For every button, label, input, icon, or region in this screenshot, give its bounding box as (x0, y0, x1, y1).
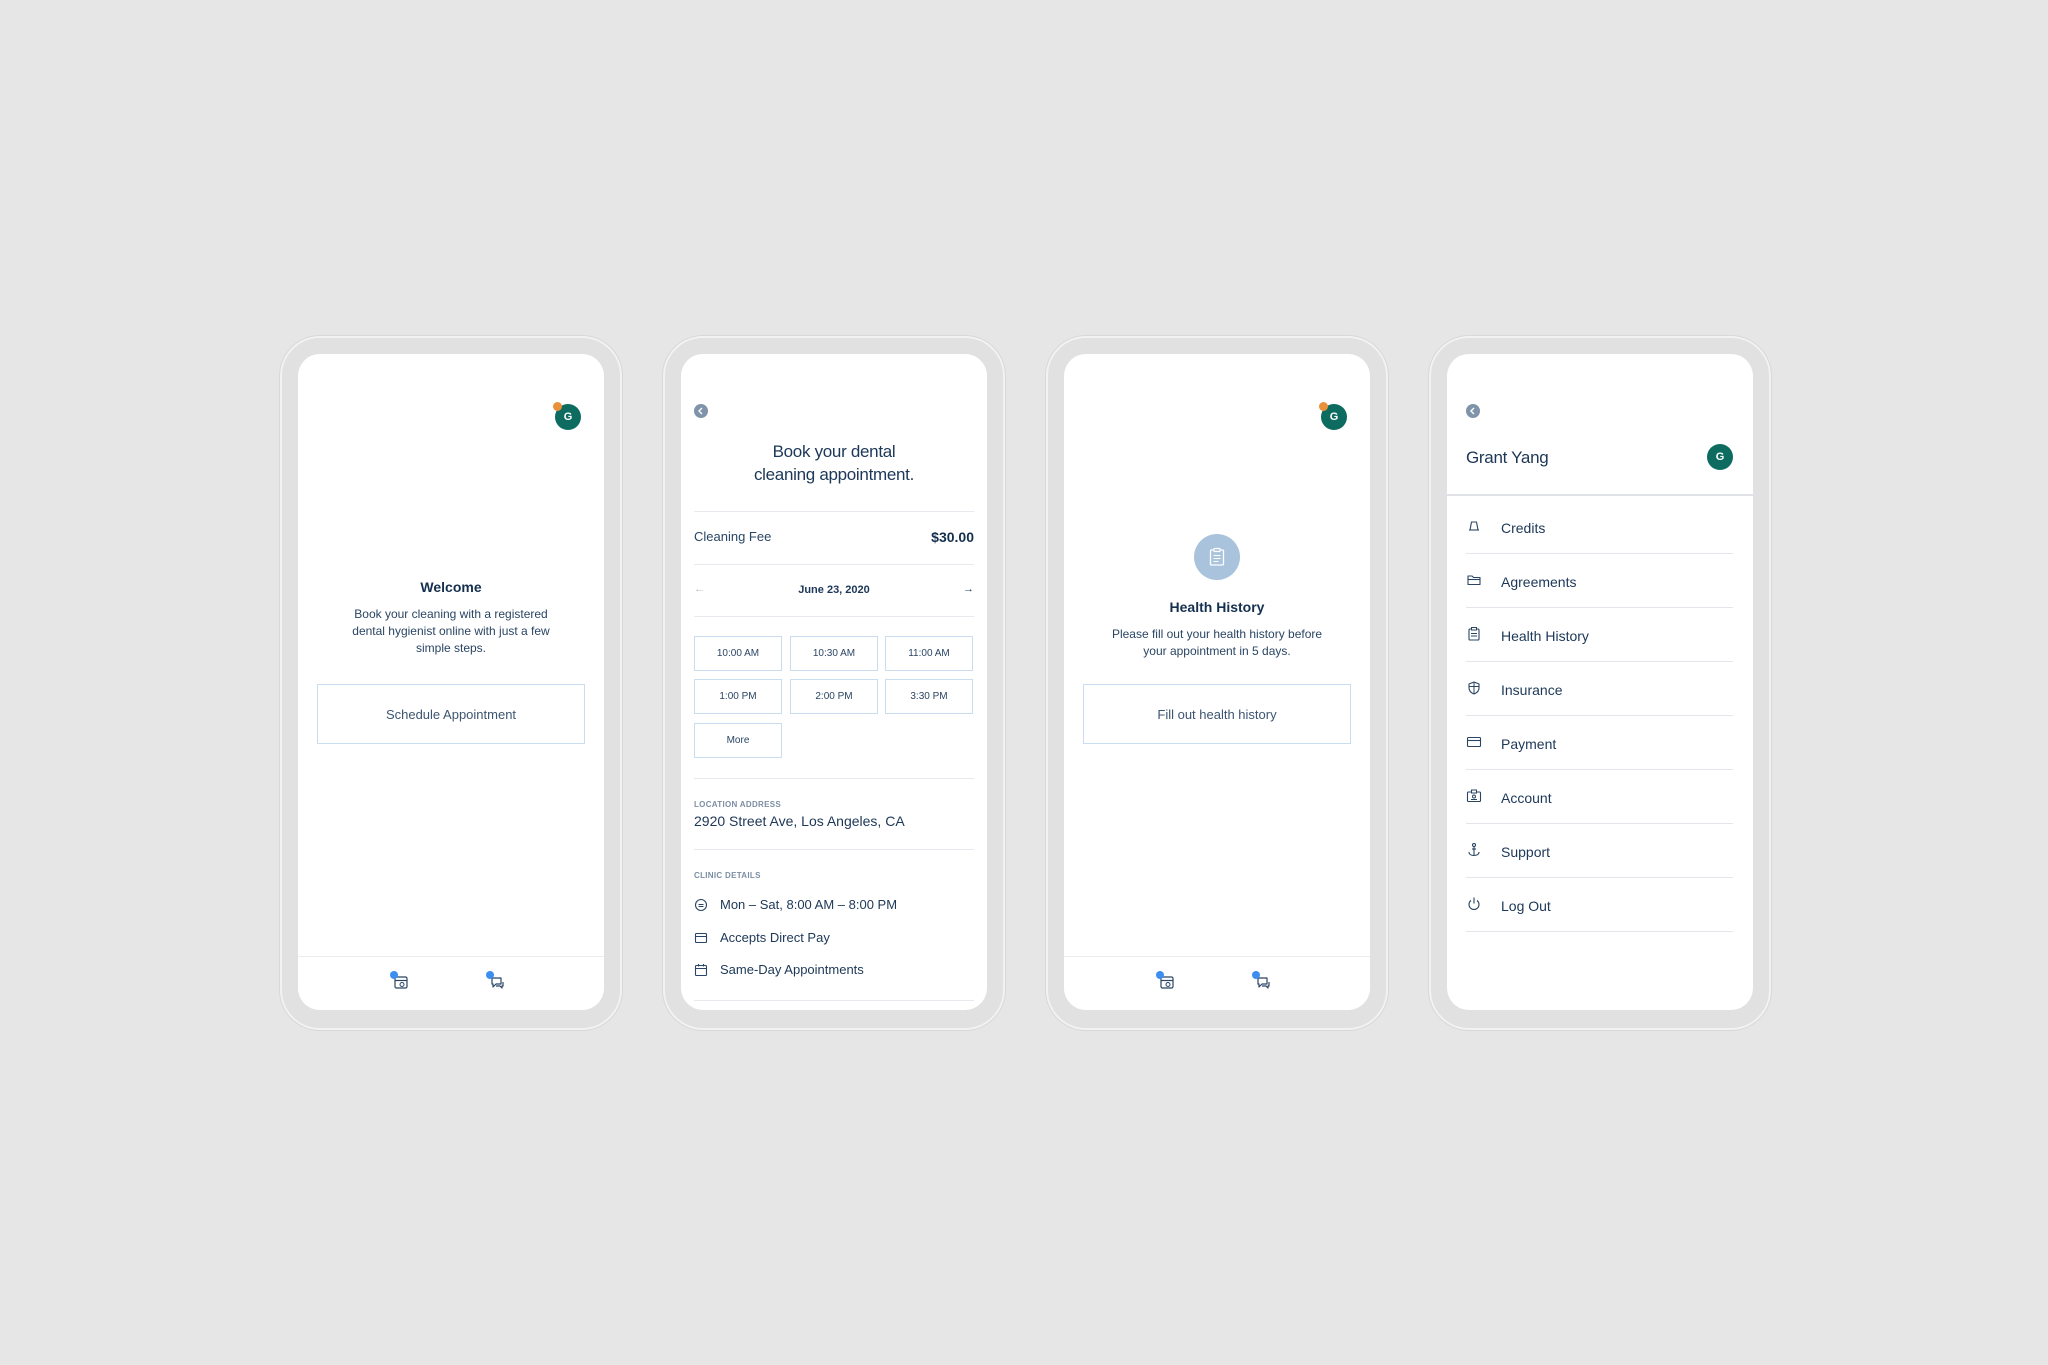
divider (694, 564, 974, 565)
notification-dot (553, 402, 562, 411)
back-arrow-icon[interactable] (1466, 404, 1480, 418)
phone-booking: Book your dental cleaning appointment. C… (663, 336, 1005, 1030)
menu-item-label: Health History (1501, 628, 1589, 644)
fill-health-history-button[interactable]: Fill out health history (1083, 684, 1351, 744)
menu-item-payment[interactable]: Payment (1466, 716, 1733, 770)
selected-date: June 23, 2020 (798, 584, 870, 596)
detail-payment: Accepts Direct Pay (694, 930, 830, 945)
tab-bar (298, 956, 604, 1010)
shield-icon (1466, 680, 1482, 696)
menu-item-log-out[interactable]: Log Out (1466, 878, 1733, 932)
welcome-text: Book your cleaning with a registered den… (352, 607, 550, 655)
notification-dot (1319, 402, 1328, 411)
divider (694, 778, 974, 779)
detail-same-day-text: Same-Day Appointments (720, 962, 864, 977)
schedule-appointment-button[interactable]: Schedule Appointment (317, 684, 585, 744)
clinic-details-label: CLINIC DETAILS (694, 871, 761, 880)
menu-item-label: Account (1501, 790, 1552, 806)
calendar-icon (694, 963, 708, 977)
clock-icon (694, 898, 708, 912)
menu-item-account[interactable]: Account (1466, 770, 1733, 824)
divider (694, 849, 974, 850)
tab-indicator-dot (390, 971, 398, 979)
menu-item-label: Agreements (1501, 574, 1577, 590)
phone-profile-menu: Grant Yang G Credits Agreements Health H… (1429, 336, 1771, 1030)
time-slot[interactable]: 10:00 AM (694, 636, 782, 671)
back-arrow-icon[interactable] (694, 404, 708, 418)
power-icon (1466, 896, 1482, 912)
time-slot[interactable]: 3:30 PM (885, 679, 973, 714)
credit-card-icon (1466, 734, 1482, 750)
clipboard-icon (1194, 534, 1240, 580)
time-slot[interactable]: 11:00 AM (885, 636, 973, 671)
menu-item-health-history[interactable]: Health History (1466, 608, 1733, 662)
location-label: LOCATION ADDRESS (694, 800, 782, 809)
menu-item-label: Support (1501, 844, 1551, 860)
anchor-icon (1466, 842, 1482, 858)
detail-hours-text: Mon – Sat, 8:00 AM – 8:00 PM (720, 897, 898, 912)
avatar[interactable]: G (1707, 444, 1733, 470)
health-history-title: Health History (1169, 599, 1265, 615)
cleaning-fee-label: Cleaning Fee (694, 529, 772, 544)
location-address: 2920 Street Ave, Los Angeles, CA (694, 813, 905, 829)
menu-item-agreements[interactable]: Agreements (1466, 554, 1733, 608)
cleaning-fee-value: $30.00 (931, 529, 974, 545)
health-history-text: Please fill out your health history befo… (1111, 627, 1323, 658)
profile-menu-screen: Grant Yang G Credits Agreements Health H… (1447, 354, 1753, 1010)
divider (694, 1000, 974, 1001)
next-date-arrow-icon[interactable]: → (963, 583, 974, 595)
booking-title: Book your dental cleaning appointment. (681, 440, 987, 486)
welcome-title: Welcome (420, 579, 482, 595)
menu-item-insurance[interactable]: Insurance (1466, 662, 1733, 716)
time-slot[interactable]: 2:00 PM (790, 679, 878, 714)
menu-item-credits[interactable]: Credits (1466, 500, 1733, 554)
phone-health-history: G Health History Please fill out your he… (1046, 336, 1388, 1030)
tab-indicator-dot (486, 971, 494, 979)
welcome-screen: G Welcome Book your cleaning with a regi… (298, 354, 604, 1010)
detail-same-day: Same-Day Appointments (694, 962, 864, 977)
wallet-icon (694, 931, 708, 945)
divider (694, 616, 974, 617)
menu-item-label: Insurance (1501, 682, 1563, 698)
health-history-screen: G Health History Please fill out your he… (1064, 354, 1370, 1010)
menu-item-support[interactable]: Support (1466, 824, 1733, 878)
tab-indicator-dot (1252, 971, 1260, 979)
more-times-button[interactable]: More (694, 723, 782, 758)
time-slot[interactable]: 10:30 AM (790, 636, 878, 671)
user-name: Grant Yang (1466, 448, 1549, 467)
phone-welcome: G Welcome Book your cleaning with a regi… (280, 336, 622, 1030)
divider (694, 511, 974, 512)
bell-icon (1466, 518, 1482, 534)
time-slot[interactable]: 1:00 PM (694, 679, 782, 714)
detail-payment-text: Accepts Direct Pay (720, 930, 830, 945)
detail-hours: Mon – Sat, 8:00 AM – 8:00 PM (694, 897, 897, 912)
clipboard-icon (1466, 626, 1482, 642)
booking-title-line2: cleaning appointment. (753, 465, 915, 484)
menu-item-label: Log Out (1501, 898, 1551, 914)
menu-item-label: Credits (1501, 520, 1546, 536)
divider (1447, 494, 1753, 496)
tab-indicator-dot (1156, 971, 1164, 979)
menu-item-label: Payment (1501, 736, 1557, 752)
id-card-icon (1466, 788, 1482, 804)
booking-screen: Book your dental cleaning appointment. C… (681, 354, 987, 1010)
tab-bar (1064, 956, 1370, 1010)
booking-title-line1: Book your dental (772, 442, 896, 461)
folder-icon (1466, 572, 1482, 588)
